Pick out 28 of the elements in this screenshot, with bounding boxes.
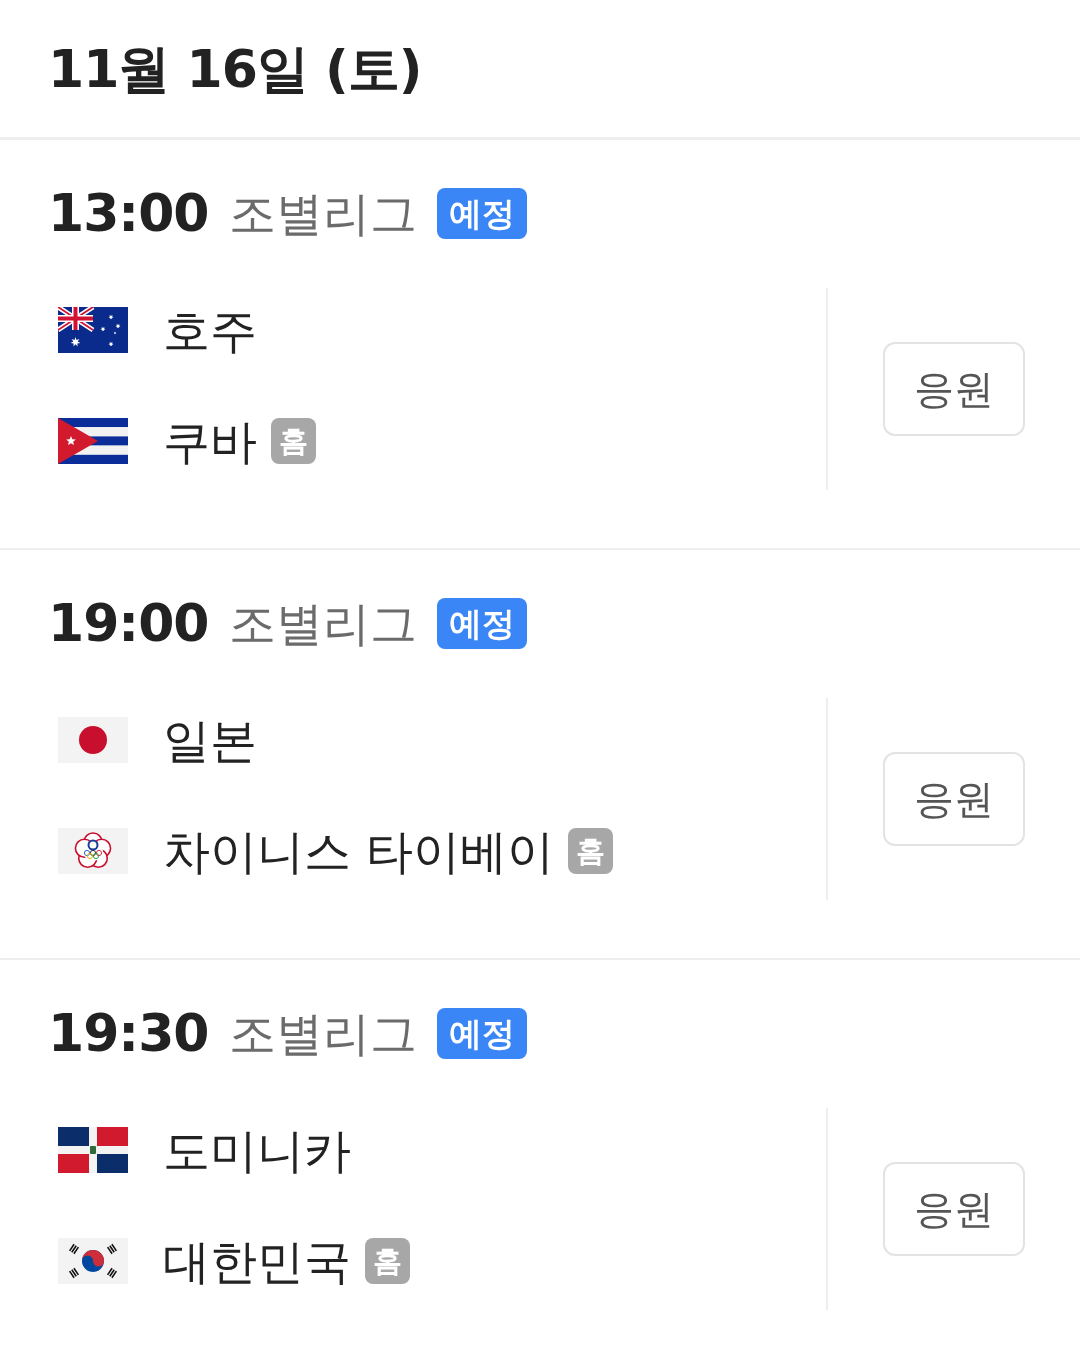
match-time: 13:00	[48, 187, 209, 239]
home-badge: 홈	[271, 418, 316, 464]
team-name: 도미니카	[163, 1126, 351, 1174]
korea-flag-icon	[58, 1238, 128, 1284]
australia-flag-icon	[58, 307, 128, 353]
match-time: 19:00	[48, 597, 209, 649]
status-badge: 예정	[436, 597, 527, 649]
team-name: 호주	[163, 306, 257, 354]
status-badge: 예정	[436, 1007, 527, 1059]
status-badge: 예정	[436, 187, 527, 239]
cuba-flag-icon	[58, 418, 128, 464]
cheer-button[interactable]: 응원	[883, 342, 1025, 436]
team-name: 쿠바	[163, 417, 257, 465]
home-badge: 홈	[567, 828, 613, 874]
home-badge: 홈	[365, 1238, 410, 1284]
round-label: 조별리그	[228, 1009, 417, 1057]
team-name: 차이니스 타이베이	[163, 827, 554, 875]
match-time: 19:30	[48, 1007, 209, 1059]
team-name: 일본	[163, 716, 257, 764]
cheer-button[interactable]: 응원	[883, 752, 1025, 846]
round-label: 조별리그	[228, 189, 417, 237]
round-label: 조별리그	[228, 599, 417, 647]
plum-blossom-flag-icon	[58, 828, 128, 874]
dominican-flag-icon	[58, 1127, 128, 1173]
japan-flag-icon	[58, 717, 128, 763]
cheer-button[interactable]: 응원	[883, 1162, 1025, 1256]
date-heading: 11월 16일 (토)	[0, 0, 1080, 140]
team-name: 대한민국	[163, 1237, 351, 1285]
